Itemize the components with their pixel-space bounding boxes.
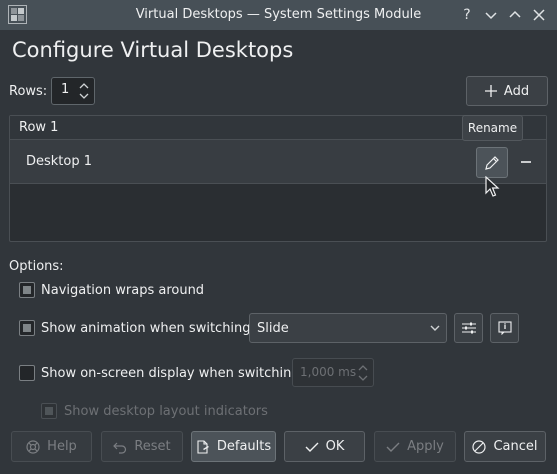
minus-icon bbox=[521, 161, 531, 163]
desktop-name: Desktop 1 bbox=[26, 154, 93, 169]
ok-button[interactable]: OK bbox=[284, 431, 365, 462]
defaults-button-label: Defaults bbox=[216, 439, 272, 454]
rows-value: 1 bbox=[61, 82, 70, 97]
rows-label: Rows: bbox=[9, 84, 48, 99]
help-icon bbox=[26, 439, 40, 454]
animation-select[interactable]: Slide bbox=[249, 313, 447, 343]
remove-desktop-button[interactable] bbox=[518, 154, 534, 170]
add-button[interactable]: Add bbox=[466, 76, 548, 106]
checkmark-icon bbox=[386, 441, 400, 453]
cancel-icon bbox=[472, 439, 487, 454]
reset-button-label: Reset bbox=[134, 439, 171, 454]
cancel-button[interactable]: Cancel bbox=[464, 431, 546, 462]
cancel-button-label: Cancel bbox=[493, 439, 538, 454]
apply-button-label: Apply bbox=[407, 439, 444, 454]
document-defaults-icon bbox=[196, 439, 210, 454]
minimize-icon[interactable] bbox=[481, 5, 501, 25]
reset-button[interactable]: Reset bbox=[101, 431, 183, 462]
show-osd-label: Show on-screen display when switching: bbox=[41, 366, 304, 381]
list-item[interactable]: Desktop 1 bbox=[10, 140, 546, 184]
options-label: Options: bbox=[9, 259, 64, 274]
maximize-icon[interactable] bbox=[505, 5, 525, 25]
show-animation-label: Show animation when switching: bbox=[41, 321, 255, 336]
configure-icon bbox=[461, 321, 477, 335]
show-osd-checkbox[interactable] bbox=[19, 365, 35, 381]
osd-duration-value: 1,000 ms bbox=[300, 365, 357, 379]
page-title: Configure Virtual Desktops bbox=[12, 38, 294, 62]
close-icon[interactable] bbox=[529, 5, 549, 25]
apply-button[interactable]: Apply bbox=[374, 431, 456, 462]
navigation-wraps-checkbox[interactable] bbox=[19, 282, 35, 298]
ok-button-label: OK bbox=[325, 439, 345, 454]
navigation-wraps-label: Navigation wraps around bbox=[41, 283, 205, 298]
layout-indicators-checkbox[interactable] bbox=[41, 403, 57, 419]
row-header-label: Row 1 bbox=[19, 120, 59, 135]
spinbox-arrows-icon[interactable] bbox=[78, 80, 90, 102]
help-button[interactable]: Help bbox=[11, 431, 92, 462]
plus-icon bbox=[484, 85, 497, 97]
defaults-button[interactable]: Defaults bbox=[191, 431, 276, 462]
about-animation-button[interactable] bbox=[490, 313, 519, 343]
add-button-label: Add bbox=[503, 83, 530, 99]
undo-icon bbox=[113, 440, 127, 454]
title-bar: Virtual Desktops — System Settings Modul… bbox=[0, 0, 557, 30]
checkmark-icon bbox=[305, 441, 319, 453]
show-animation-checkbox[interactable] bbox=[19, 320, 35, 336]
pencil-icon bbox=[484, 155, 500, 171]
rows-spinbox[interactable]: 1 bbox=[51, 77, 95, 105]
configure-animation-button[interactable] bbox=[454, 313, 483, 343]
rename-tooltip: Rename bbox=[462, 115, 523, 141]
help-icon[interactable]: ? bbox=[457, 5, 477, 25]
spinbox-arrows-icon[interactable] bbox=[357, 362, 369, 384]
animation-selected: Slide bbox=[257, 321, 289, 336]
rename-button[interactable] bbox=[476, 147, 508, 178]
layout-indicators-label: Show desktop layout indicators bbox=[64, 404, 268, 419]
chevron-down-icon bbox=[428, 321, 442, 335]
mouse-cursor-icon bbox=[485, 176, 501, 200]
info-icon bbox=[497, 321, 512, 335]
osd-duration-spinbox[interactable]: 1,000 ms bbox=[292, 358, 374, 387]
help-button-label: Help bbox=[47, 439, 77, 454]
